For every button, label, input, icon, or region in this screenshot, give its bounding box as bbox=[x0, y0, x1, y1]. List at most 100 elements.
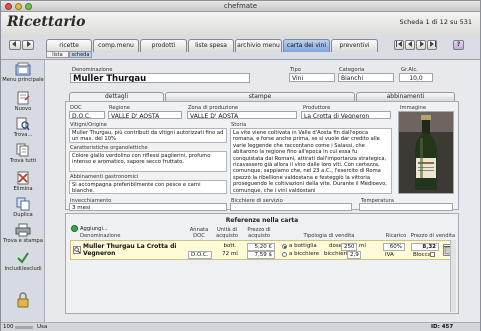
bicchiere-field[interactable] bbox=[230, 203, 352, 211]
temperatura-field[interactable] bbox=[359, 203, 453, 211]
first-record-button[interactable] bbox=[394, 40, 404, 50]
caratteristiche-field[interactable]: Colore giallo verdolino con riflessi pag… bbox=[69, 151, 227, 172]
last-record-button[interactable] bbox=[427, 40, 437, 50]
first-record-icon bbox=[395, 41, 402, 47]
row-prezzo-2[interactable]: 7,59 $ bbox=[247, 251, 275, 259]
dose-unit: ml bbox=[359, 243, 366, 249]
sidebar-item-nuovo[interactable]: Nuovo bbox=[1, 91, 45, 112]
subtab-scheda[interactable]: scheda bbox=[69, 51, 92, 58]
col-ricarico: Ricarico bbox=[385, 233, 407, 239]
record-info: Scheda 1 di 12 su 531 bbox=[399, 18, 472, 26]
ricarico-field[interactable]: 60% bbox=[383, 243, 405, 251]
status-bar: 100 Usa ID: 457 bbox=[1, 322, 480, 331]
sidebar-item-duplica[interactable]: Duplica bbox=[1, 197, 45, 218]
col-prezzo-acquisto: Prezzo di acquisto bbox=[247, 227, 271, 239]
storia-field[interactable]: La vite viene coltivata in Valle d'Aosta… bbox=[230, 128, 392, 194]
bicchieri-field[interactable]: 2,9 bbox=[347, 251, 361, 259]
bicchieri-label: bicchieri bbox=[324, 251, 348, 257]
prev-record-icon bbox=[407, 41, 412, 47]
row-denominazione: Muller Thurgau La Crotta di Vegneron bbox=[83, 243, 177, 257]
zoom-level[interactable]: 100 bbox=[3, 324, 14, 330]
delete-icon bbox=[17, 171, 29, 185]
add-reference-button[interactable]: Aggiungi... bbox=[80, 226, 108, 232]
tab-preventivi[interactable]: preventivi bbox=[331, 39, 378, 52]
nav-bar: ricette comp.menu prodotti liste spesa a… bbox=[1, 36, 480, 60]
app-header: Ricettario Scheda 1 di 12 su 531 bbox=[1, 12, 480, 36]
tab-comp-menu[interactable]: comp.menu bbox=[93, 39, 139, 52]
categoria-field[interactable]: Bianchi bbox=[338, 73, 394, 82]
row-prezzo-1[interactable]: 5,20 € bbox=[247, 243, 275, 251]
find-icon bbox=[16, 117, 30, 131]
tab-liste-spesa[interactable]: liste spesa bbox=[188, 39, 234, 52]
wine-image[interactable] bbox=[398, 111, 454, 194]
radio-bottiglia[interactable] bbox=[282, 244, 287, 249]
col-prezzo-vendita: Prezzo di vendita bbox=[410, 233, 456, 239]
col-unita: Unità di acquisto bbox=[216, 227, 238, 239]
blocca-checkbox[interactable] bbox=[430, 252, 435, 257]
print-icon bbox=[15, 223, 31, 237]
table-row[interactable]: Muller Thurgau La Crotta di Vegneron D.O… bbox=[70, 240, 455, 260]
regione-field[interactable]: VALLE D' AOSTA bbox=[108, 111, 182, 119]
tab-carta-dei-vini[interactable]: carta dei vini bbox=[283, 39, 330, 52]
zoom-slider[interactable] bbox=[15, 326, 33, 329]
find-all-icon bbox=[16, 143, 29, 157]
doc-field[interactable]: D.O.C. bbox=[69, 111, 105, 119]
record-form: Denominazione Muller Thurgau Tipo Vini C… bbox=[45, 60, 480, 322]
nav-forward-button[interactable] bbox=[22, 40, 34, 50]
sidebar-item-trova-e-stampa[interactable]: Trova e stampa bbox=[1, 223, 45, 244]
lock-icon bbox=[17, 292, 29, 308]
references-scrollbar[interactable] bbox=[450, 240, 456, 312]
vitigni-field[interactable]: Muller Thurgau, più contributi da vitign… bbox=[69, 128, 227, 143]
col-tipologia: Tipologia di vendita bbox=[303, 233, 355, 239]
prev-record-button[interactable] bbox=[405, 40, 415, 50]
radio-bicchiere[interactable] bbox=[282, 252, 287, 257]
search-icon bbox=[74, 247, 81, 254]
sidebar-item-trova-tutti[interactable]: Trova tutti bbox=[1, 143, 45, 164]
row-doc[interactable]: D.O.C. bbox=[188, 251, 212, 259]
tab-prodotti[interactable]: prodotti bbox=[140, 39, 187, 52]
prezzo-vendita-field[interactable]: 8,32 bbox=[411, 243, 439, 251]
sidebar-item-includi-escludi[interactable]: Includi/escludi bbox=[1, 251, 45, 272]
nav-back-button[interactable] bbox=[9, 40, 21, 50]
magnify-icon[interactable] bbox=[73, 246, 81, 254]
row-unita-2: 72 ml bbox=[222, 251, 238, 257]
invecchiamento-field[interactable]: 3 mesi bbox=[69, 203, 227, 211]
sidebar-item-trova[interactable]: Trova... bbox=[1, 117, 45, 138]
sidebar-item-label: Includi/escludi bbox=[4, 266, 42, 272]
row-unita-1: bott. bbox=[223, 243, 237, 249]
grado-field[interactable]: 10,0 bbox=[399, 73, 433, 82]
include-exclude-icon bbox=[17, 252, 29, 264]
iva-label: IVA bbox=[385, 252, 394, 258]
tab-stampe[interactable]: stampe bbox=[165, 92, 355, 101]
help-button[interactable]: ? bbox=[453, 40, 464, 50]
title-bar: chefmate bbox=[1, 1, 480, 12]
dose-field[interactable]: 250 bbox=[341, 243, 357, 251]
sidebar-item-label: Nuovo bbox=[14, 106, 32, 112]
home-icon bbox=[15, 62, 31, 76]
subtab-lista[interactable]: lista bbox=[46, 51, 69, 58]
sidebar: Menu principale Nuovo Trova... Trova tut… bbox=[1, 60, 45, 322]
sidebar-item-label: Menu principale bbox=[2, 77, 44, 83]
add-reference-icon[interactable] bbox=[71, 225, 78, 232]
next-record-button[interactable] bbox=[416, 40, 426, 50]
produttore-field[interactable]: La Crotta di Vegneron bbox=[301, 111, 391, 119]
sidebar-item-label: Elimina bbox=[13, 186, 33, 192]
radio-bottiglia-label: a bottiglia bbox=[289, 243, 317, 249]
sidebar-item-menu-principale[interactable]: Menu principale bbox=[1, 62, 45, 83]
app-window: chefmate Ricettario Scheda 1 di 12 su 53… bbox=[0, 0, 481, 331]
mode-indicator[interactable]: Usa bbox=[37, 324, 47, 330]
tab-dettagli[interactable]: dettagli bbox=[69, 92, 164, 101]
last-record-icon bbox=[429, 41, 436, 47]
tab-archivio-menu[interactable]: archivio menu bbox=[235, 39, 282, 52]
tab-abbinamenti[interactable]: abbinamenti bbox=[356, 92, 455, 101]
col-denominazione: Denominazione bbox=[80, 233, 121, 239]
sidebar-item-elimina[interactable]: Elimina bbox=[1, 171, 45, 192]
sidebar-item-lock[interactable] bbox=[1, 292, 45, 309]
zona-field[interactable]: VALLE D' AOSTA bbox=[187, 111, 297, 119]
duplicate-icon bbox=[16, 197, 30, 211]
tipo-field[interactable]: Vini bbox=[289, 73, 335, 82]
sidebar-item-label: Trova... bbox=[13, 132, 33, 138]
arrow-forward-icon bbox=[27, 41, 31, 47]
denominazione-field[interactable]: Muller Thurgau bbox=[70, 73, 250, 83]
abbinamenti-field[interactable]: Si accompagna preferibilmente con pesce … bbox=[69, 180, 227, 194]
